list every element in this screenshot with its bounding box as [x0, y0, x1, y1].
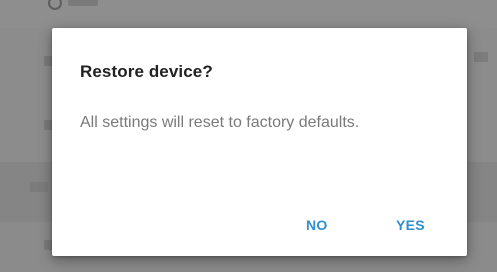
- restore-device-dialog: Restore device? All settings will reset …: [52, 28, 467, 256]
- yes-button[interactable]: YES: [390, 210, 431, 240]
- no-button[interactable]: NO: [300, 210, 334, 240]
- background-section-label: [30, 182, 48, 192]
- radio-button-icon: [48, 0, 62, 10]
- dialog-message: All settings will reset to factory defau…: [80, 114, 360, 131]
- background-list-row: [0, 0, 497, 29]
- background-row-marker: [474, 52, 488, 62]
- background-row-label: [68, 0, 98, 6]
- dialog-title: Restore device?: [80, 62, 213, 81]
